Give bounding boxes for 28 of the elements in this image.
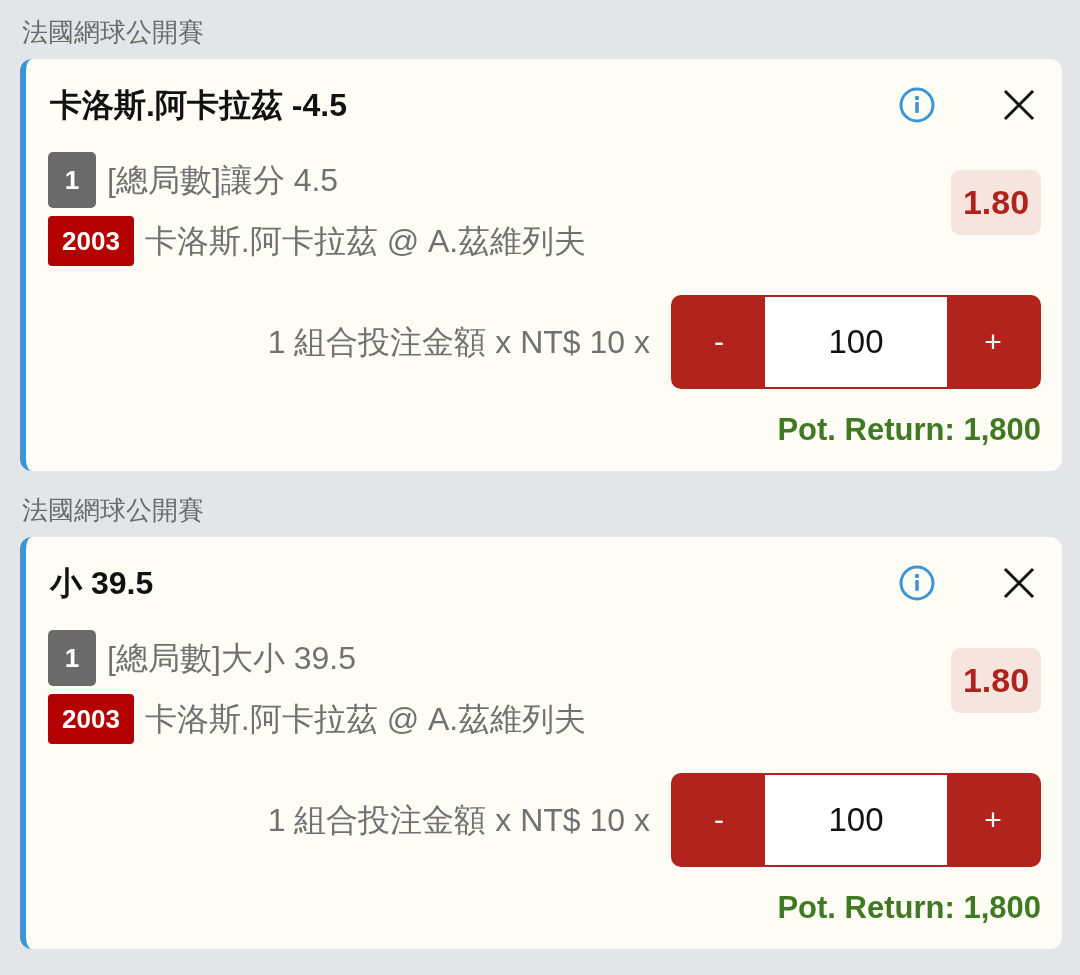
match-text: 卡洛斯.阿卡拉茲 @ A.茲維列夫 [144,222,587,261]
match-text: 卡洛斯.阿卡拉茲 @ A.茲維列夫 [144,700,587,739]
potential-return: Pot. Return: 1,800 [777,411,1041,449]
info-icon [899,565,935,601]
selection-title: 小 39.5 [48,564,154,603]
info-button[interactable] [899,87,935,123]
leg-number-badge: 1 [48,630,96,686]
event-code-badge: 2003 [48,694,134,744]
close-button[interactable] [1003,567,1035,599]
odds-value: 1.80 [951,170,1041,235]
stake-label: 1 組合投注金額 x NT$ 10 x [267,801,650,840]
market-text: [總局數]讓分 4.5 [107,161,339,200]
close-icon [1003,89,1035,121]
potential-return: Pot. Return: 1,800 [777,889,1041,927]
odds-value: 1.80 [951,648,1041,713]
info-icon [899,87,935,123]
info-button[interactable] [899,565,935,601]
event-code-badge: 2003 [48,216,134,266]
amount-input[interactable]: 100 [765,775,947,865]
selection-title: 卡洛斯.阿卡拉茲 -4.5 [49,86,347,125]
close-button[interactable] [1003,89,1035,121]
amount-input[interactable]: 100 [765,297,947,387]
leg-number-badge: 1 [48,152,96,208]
league-heading: 法國網球公開賽 [22,495,204,525]
market-text: [總局數]大小 39.5 [107,639,356,678]
close-icon [1003,567,1035,599]
league-heading: 法國網球公開賽 [22,17,204,47]
stake-label: 1 組合投注金額 x NT$ 10 x [267,323,650,362]
